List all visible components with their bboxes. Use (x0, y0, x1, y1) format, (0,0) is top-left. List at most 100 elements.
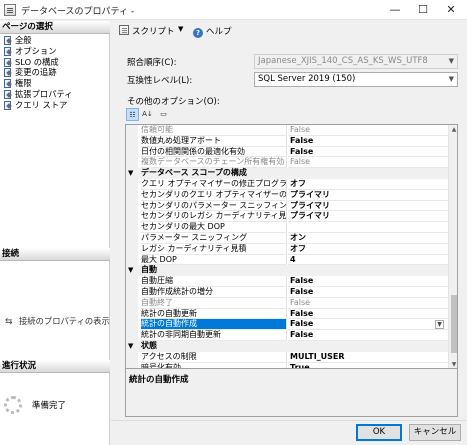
property-row[interactable]: アクセスの制限 MULTI_USER (126, 351, 448, 363)
view-connection-properties-label: 接続のプロパティの表示 (19, 316, 110, 326)
property-row[interactable]: 統計の非同期自動更新 False (126, 330, 448, 341)
property-name: 日付の相関関係の最適化有効 (141, 146, 287, 158)
window-icon (4, 4, 16, 16)
row-gutter (126, 308, 138, 320)
property-row[interactable]: レガシ カーディナリティ見積 オフ (126, 243, 448, 255)
value-dropdown-icon[interactable]: ▼ (435, 320, 444, 330)
property-row[interactable]: 信頼可能 False (126, 125, 448, 136)
property-value[interactable]: False (288, 309, 448, 320)
property-category[interactable]: ▼ データベース スコープの構成 (126, 168, 448, 179)
script-dropdown-icon[interactable]: ▼ (178, 25, 183, 33)
property-category[interactable]: ▼ 状態 (126, 341, 448, 352)
minimize-button[interactable]: — (381, 0, 409, 20)
page-item[interactable]: 拡張プロパティ (0, 89, 110, 100)
property-value[interactable]: False (288, 157, 448, 169)
row-gutter (126, 351, 138, 363)
page-item[interactable]: 権限 (0, 78, 110, 89)
property-value[interactable]: False (288, 287, 448, 298)
property-value[interactable]: オフ (288, 244, 448, 255)
help-icon: ? (193, 28, 203, 38)
chevron-down-icon: ▼ (448, 75, 454, 83)
property-grid[interactable]: 信頼可能 False 数値丸め処理アボート False 日付の相関関係の最適化有効 Fal… (125, 124, 458, 369)
page-item[interactable]: SLO の構成 (0, 57, 110, 68)
page-item-label: 変更の追跡 (15, 67, 57, 78)
connection-icon: ⇆ (5, 317, 13, 327)
property-row[interactable]: 自動作成統計の増分 False (126, 287, 448, 298)
property-row[interactable]: 自動終了 False (126, 297, 448, 309)
alphabetical-sort-icon[interactable]: A↓ (141, 108, 154, 121)
page-item[interactable]: クエリ ストア (0, 100, 110, 111)
page-item-label: 権限 (15, 78, 32, 89)
property-value[interactable]: False (288, 147, 448, 158)
property-value[interactable]: False (288, 276, 448, 287)
collation-select[interactable]: Japanese_XJIS_140_CS_AS_KS_WS_UTF8 ▼ (254, 54, 458, 69)
property-category[interactable]: ▼ 自動 (126, 265, 448, 277)
property-pages-icon[interactable]: ▭ (157, 108, 170, 121)
script-button[interactable]: スクリプト (119, 25, 175, 37)
property-name: 統計の自動作成 (141, 319, 287, 331)
property-value[interactable]: プライマリ (288, 190, 448, 201)
row-gutter (126, 276, 138, 287)
collapse-icon[interactable]: ▼ (128, 341, 133, 352)
scroll-up-icon[interactable]: ▲ (449, 125, 457, 135)
property-value[interactable]: False (288, 125, 448, 136)
compat-level-select[interactable]: SQL Server 2019 (150) ▼ (254, 72, 458, 87)
collapse-icon[interactable]: ▼ (128, 265, 133, 276)
page-wrench-icon (4, 89, 12, 99)
property-name: レガシ カーディナリティ見積 (141, 243, 287, 255)
row-gutter (126, 254, 138, 266)
property-row[interactable]: セカンダリのレガシ カーディナリティ見積 プライマリ (126, 211, 448, 223)
help-button[interactable]: ? ヘルプ (193, 25, 232, 38)
ok-button[interactable]: OK (356, 424, 402, 441)
property-name: セカンダリのクエリ オプティマイザーの修正プログ (141, 189, 287, 201)
property-value[interactable]: False (288, 136, 448, 147)
property-grid-scrollbar[interactable]: ▲ ▼ (448, 125, 457, 368)
page-wrench-icon (4, 68, 12, 78)
view-connection-properties-link[interactable]: ⇆ 接続のプロパティの表示 (5, 315, 110, 327)
property-row[interactable]: 複数データベースのチェーン所有権有効 False (126, 157, 448, 169)
property-value[interactable]: MULTI_USER (288, 352, 448, 363)
scroll-down-icon[interactable]: ▼ (449, 360, 457, 368)
maximize-button[interactable]: ☐ (409, 0, 437, 20)
property-row[interactable]: 統計の自動更新 False (126, 308, 448, 320)
row-gutter (126, 287, 138, 298)
categorized-view-icon[interactable]: ☷ (126, 108, 139, 121)
collation-value: Japanese_XJIS_140_CS_AS_KS_WS_UTF8 (258, 56, 428, 66)
property-row[interactable]: パラメーター スニッフィング オン (126, 233, 448, 244)
property-row[interactable]: セカンダリの最大 DOP (126, 222, 448, 233)
property-value[interactable]: オフ (288, 179, 448, 190)
compat-level-value: SQL Server 2019 (150) (258, 74, 356, 84)
property-name: セカンダリの最大 DOP (141, 222, 287, 233)
property-row[interactable]: クエリ オプティマイザーの修正プログラム オフ (126, 179, 448, 190)
property-name: クエリ オプティマイザーの修正プログラム (141, 179, 287, 190)
property-row[interactable]: セカンダリのパラメーター スニッフィング プライマリ (126, 200, 448, 212)
property-value[interactable]: False (288, 319, 448, 331)
property-value[interactable]: プライマリ (288, 201, 448, 212)
property-value[interactable]: 4 (288, 255, 448, 266)
property-value[interactable]: オン (288, 233, 448, 244)
property-row[interactable]: セカンダリのクエリ オプティマイザーの修正プログプライマリ (126, 189, 448, 201)
script-label: スクリプト (132, 27, 175, 37)
property-row[interactable]: 自動圧縮 False (126, 276, 448, 287)
property-value[interactable] (288, 222, 448, 233)
page-item[interactable]: オプション (0, 46, 110, 57)
property-row[interactable]: 数値丸め処理アボート False (126, 135, 448, 147)
close-button[interactable]: ✕ (437, 0, 465, 20)
page-wrench-icon (4, 36, 12, 45)
row-gutter (126, 222, 138, 233)
page-item[interactable]: 全般 (0, 35, 110, 46)
property-row[interactable]: 最大 DOP 4 (126, 254, 448, 266)
page-wrench-icon (4, 100, 12, 110)
compat-level-label: 互換性レベル(L): (127, 76, 193, 86)
collapse-icon[interactable]: ▼ (128, 168, 133, 179)
property-value[interactable]: False (288, 330, 448, 341)
cancel-button[interactable]: キャンセル (409, 424, 461, 441)
property-row-selected[interactable]: 統計の自動作成 False ▼ (126, 319, 448, 331)
property-row[interactable]: 日付の相関関係の最適化有効 False (126, 146, 448, 158)
property-value[interactable]: プライマリ (288, 211, 448, 223)
row-gutter (126, 179, 138, 190)
property-value[interactable]: False (288, 298, 448, 309)
property-name: セカンダリのレガシ カーディナリティ見積 (141, 211, 287, 223)
scrollbar-thumb[interactable] (451, 295, 457, 353)
page-item[interactable]: 変更の追跡 (0, 67, 110, 78)
